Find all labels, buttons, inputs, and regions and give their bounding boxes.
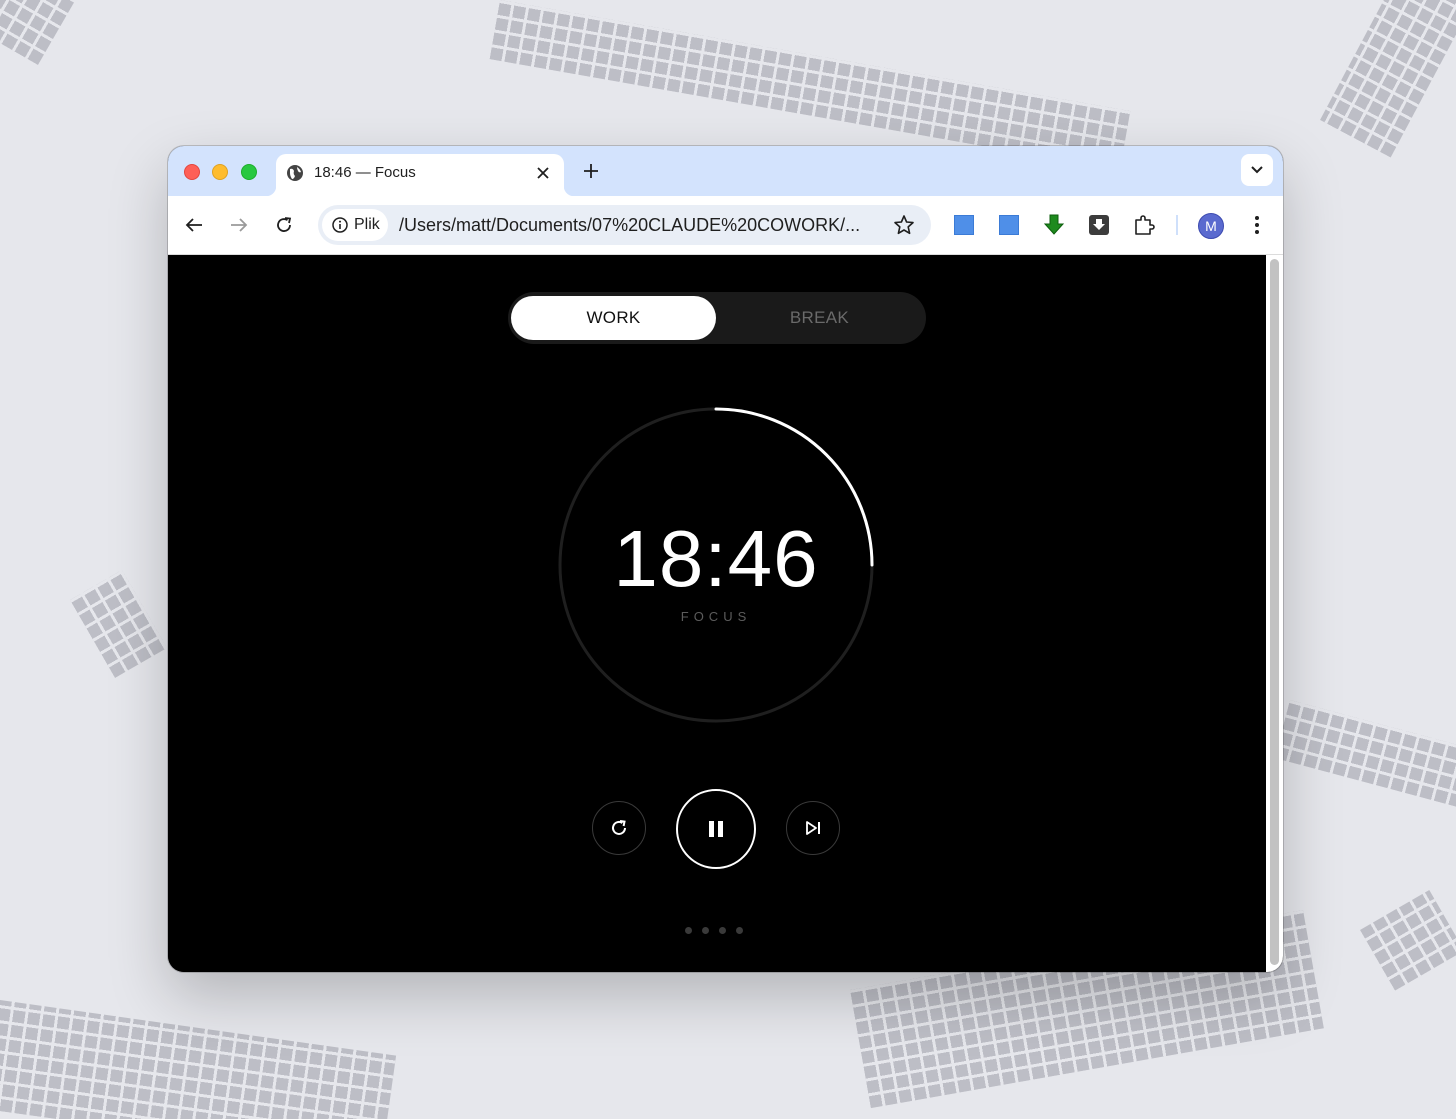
- zoom-window-button[interactable]: [241, 164, 257, 180]
- info-icon: [332, 217, 348, 233]
- wallpaper-pixel-pattern: [489, 0, 1131, 171]
- close-icon: [537, 167, 549, 179]
- page-viewport: WORK BREAK 18:46 FOCUS: [168, 255, 1266, 972]
- reset-button[interactable]: [592, 801, 646, 855]
- tab-active[interactable]: 18:46 — Focus: [266, 154, 574, 196]
- address-bar[interactable]: Plik /Users/matt/Documents/07%20CLAUDE%2…: [318, 205, 931, 245]
- mode-break-button[interactable]: BREAK: [717, 296, 922, 340]
- session-dot: [719, 927, 726, 934]
- tab-strip: 18:46 — Focus: [168, 146, 1283, 196]
- session-indicator: [685, 927, 743, 934]
- arrow-right-icon: [231, 218, 248, 232]
- site-info-chip[interactable]: Plik: [322, 209, 388, 241]
- browser-menu-button[interactable]: [1244, 212, 1270, 238]
- site-info-label: Plik: [354, 216, 380, 233]
- extension-download-green[interactable]: [1041, 212, 1067, 238]
- tab-title: 18:46 — Focus: [314, 164, 416, 181]
- wallpaper-pixel-pattern: [0, 1000, 397, 1119]
- back-button[interactable]: [180, 211, 208, 239]
- tab-search-button[interactable]: [1241, 154, 1273, 186]
- url-text[interactable]: /Users/matt/Documents/07%20CLAUDE%20COWO…: [399, 215, 869, 236]
- timer-display: 18:46: [613, 514, 819, 603]
- extension-blue-square-2[interactable]: [996, 212, 1022, 238]
- pause-icon: [709, 821, 723, 837]
- skip-next-icon: [806, 821, 820, 835]
- close-window-button[interactable]: [184, 164, 200, 180]
- minimize-window-button[interactable]: [212, 164, 228, 180]
- browser-toolbar: Plik /Users/matt/Documents/07%20CLAUDE%2…: [168, 196, 1283, 255]
- extension-blue-square-1[interactable]: [951, 212, 977, 238]
- reload-icon: [277, 217, 292, 232]
- browser-window: 18:46 — Focus Plik /Users/matt/Documents…: [168, 146, 1283, 972]
- phase-label: FOCUS: [680, 609, 752, 624]
- mode-toggle: WORK BREAK: [508, 292, 926, 344]
- download-box-icon: [1089, 215, 1109, 235]
- wallpaper-pixel-pattern: [70, 570, 167, 678]
- profile-avatar[interactable]: M: [1198, 213, 1224, 239]
- session-dot: [702, 927, 709, 934]
- new-tab-button[interactable]: [578, 158, 604, 184]
- chevron-down-icon: [1251, 166, 1263, 174]
- scrollbar-thumb[interactable]: [1270, 259, 1279, 965]
- toolbar-divider: [1176, 215, 1178, 235]
- wallpaper-pixel-pattern: [1360, 890, 1456, 991]
- arrow-left-icon: [185, 218, 202, 232]
- bookmark-star-icon[interactable]: [893, 214, 915, 236]
- kebab-menu-icon: [1255, 216, 1259, 234]
- reset-icon: [612, 820, 626, 835]
- extensions-button[interactable]: [1131, 212, 1157, 238]
- square-icon: [954, 215, 974, 235]
- wallpaper-pixel-pattern: [0, 0, 138, 65]
- vertical-scrollbar[interactable]: [1266, 255, 1283, 972]
- pause-button[interactable]: [676, 789, 756, 869]
- plus-icon: [584, 164, 598, 178]
- puzzle-icon: [1135, 215, 1155, 235]
- skip-button[interactable]: [786, 801, 840, 855]
- session-dot: [736, 927, 743, 934]
- mode-work-button[interactable]: WORK: [511, 296, 716, 340]
- reload-button[interactable]: [270, 211, 298, 239]
- wallpaper-pixel-pattern: [1320, 0, 1456, 158]
- forward-button[interactable]: [225, 211, 253, 239]
- session-dot: [685, 927, 692, 934]
- download-arrow-icon: [1043, 214, 1065, 235]
- extension-download-box[interactable]: [1086, 212, 1112, 238]
- tab-close-button[interactable]: [532, 162, 554, 184]
- square-icon: [999, 215, 1019, 235]
- wallpaper-pixel-pattern: [1274, 700, 1456, 810]
- globe-icon: [287, 165, 303, 181]
